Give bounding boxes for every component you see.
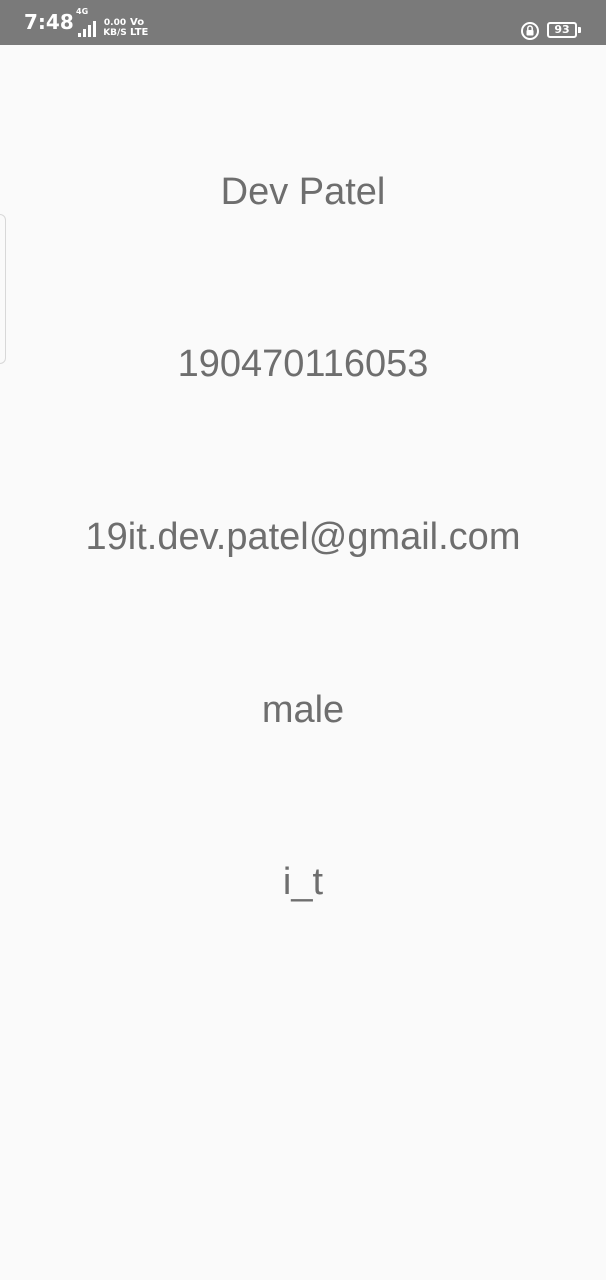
profile-department: i_t — [282, 861, 324, 903]
profile-name: Dev Patel — [220, 171, 386, 213]
status-bar: 7:48 4G 0.00 KB/S Vo LTE 93 — [0, 0, 606, 45]
profile-email: 19it.dev.patel@gmail.com — [85, 516, 521, 558]
volte-indicator: Vo LTE — [130, 18, 148, 38]
battery-icon: 93 — [547, 22, 577, 38]
profile-enrollment-number: 190470116053 — [177, 343, 429, 385]
signal-icon — [78, 21, 96, 37]
profile-gender: male — [261, 689, 345, 731]
network-type-label: 4G — [76, 7, 89, 16]
data-speed: 0.00 KB/S — [102, 18, 128, 38]
volte-bottom: LTE — [130, 27, 149, 38]
battery-tip — [578, 27, 581, 33]
battery-level: 93 — [554, 23, 570, 36]
data-speed-unit: KB/S — [103, 28, 127, 38]
status-time: 7:48 — [24, 10, 74, 34]
data-speed-value: 0.00 — [103, 18, 127, 28]
lock-rotation-icon — [521, 22, 539, 40]
